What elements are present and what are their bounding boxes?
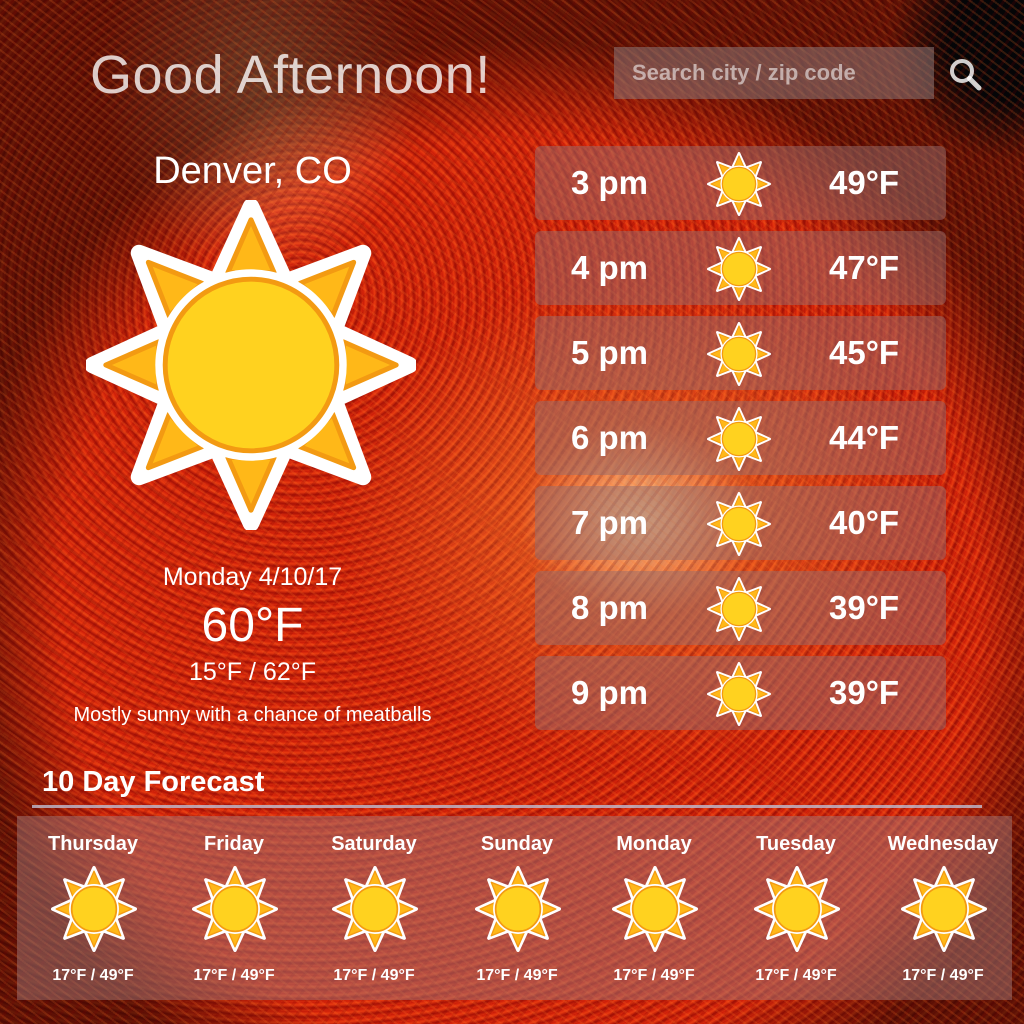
hourly-row: 3 pm 49°F [535,146,946,220]
hour-temperature: 49°F [829,164,900,201]
sun-icon [475,866,561,952]
forecast-day: Thursday 17°F / 49°F [23,816,163,1000]
hour-time: 5 pm [571,334,649,371]
forecast-day-range: 17°F / 49°F [476,967,558,984]
hourly-row: 9 pm 39°F [535,656,946,730]
hour-time: 8 pm [571,589,649,626]
forecast-day-range: 17°F / 49°F [902,967,984,984]
current-temp-range: 15°F / 62°F [189,658,316,686]
forecast-day: Wednesday 17°F / 49°F [873,816,1013,1000]
forecast-day-name: Saturday [331,833,417,855]
hour-time: 4 pm [571,249,649,286]
sun-icon [707,407,771,471]
forecast-day-name: Tuesday [756,833,836,855]
hour-time: 9 pm [571,674,649,711]
forecast-day: Sunday 17°F / 49°F [447,816,587,1000]
sun-icon [901,866,987,952]
sun-icon [754,866,840,952]
hourly-row: 5 pm 45°F [535,316,946,390]
sun-icon [707,662,771,726]
forecast-day-range: 17°F / 49°F [333,967,415,984]
hour-temperature: 44°F [829,419,900,456]
sun-icon [707,322,771,386]
current-date: Monday 4/10/17 [162,563,343,591]
forecast-day: Monday 17°F / 49°F [584,816,724,1000]
sun-icon [707,492,771,556]
search-button[interactable] [944,55,988,95]
search-input[interactable] [614,47,934,99]
hour-temperature: 39°F [829,589,900,626]
forecast-day-range: 17°F / 49°F [193,967,275,984]
forecast-divider [32,805,982,808]
sun-icon [707,152,771,216]
hourly-row: 4 pm 47°F [535,231,946,305]
current-temperature: 60°F [201,599,304,652]
greeting-title: Good Afternoon! [90,45,491,105]
forecast-day-range: 17°F / 49°F [755,967,837,984]
forecast-panel: Thursday 17°F / 49°F Friday 17°F / 49°F … [17,816,1012,1000]
forecast-title: 10 Day Forecast [42,766,265,798]
forecast-day-range: 17°F / 49°F [613,967,695,984]
sun-icon [332,866,418,952]
hourly-row: 6 pm 44°F [535,401,946,475]
forecast-day-name: Wednesday [887,833,999,855]
current-city: Denver, CO [153,150,352,192]
hourly-row: 7 pm 40°F [535,486,946,560]
forecast-day-name: Monday [616,833,692,855]
forecast-day: Tuesday 17°F / 49°F [726,816,866,1000]
sun-icon [612,866,698,952]
hour-temperature: 39°F [829,674,900,711]
hourly-forecast: 3 pm 49°F 4 pm 47°F 5 pm 45°F 6 pm 44°F … [535,146,946,741]
hour-temperature: 47°F [829,249,900,286]
hour-time: 6 pm [571,419,649,456]
sun-icon [86,200,416,530]
forecast-day: Friday 17°F / 49°F [164,816,304,1000]
hourly-row: 8 pm 39°F [535,571,946,645]
sun-icon [707,577,771,641]
hour-temperature: 40°F [829,504,900,541]
sun-icon [51,866,137,952]
forecast-day-name: Thursday [47,833,139,855]
sun-icon [192,866,278,952]
forecast-day-range: 17°F / 49°F [52,967,134,984]
forecast-day-name: Friday [203,833,265,855]
search-icon [950,59,982,91]
forecast-day: Saturday 17°F / 49°F [304,816,444,1000]
hour-time: 3 pm [571,164,649,201]
hour-temperature: 45°F [829,334,900,371]
hour-time: 7 pm [571,504,649,541]
forecast-day-name: Sunday [480,833,554,855]
current-description: Mostly sunny with a chance of meatballs [73,704,432,726]
sun-icon [707,237,771,301]
